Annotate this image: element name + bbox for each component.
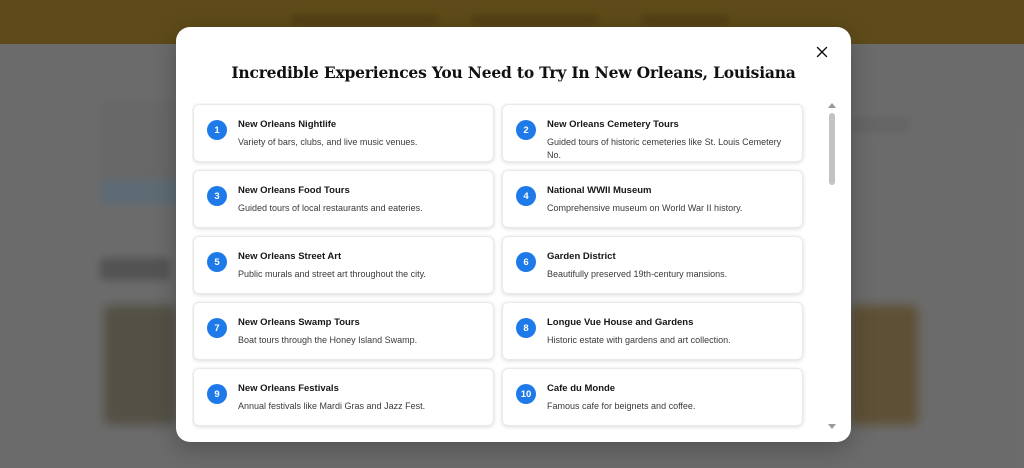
experience-title: Garden District: [547, 251, 616, 262]
experience-description: Variety of bars, clubs, and live music v…: [238, 137, 418, 147]
experience-description: Historic estate with gardens and art col…: [547, 335, 731, 345]
experience-card[interactable]: 3 New Orleans Food Tours Guided tours of…: [193, 170, 494, 228]
close-button[interactable]: [811, 41, 833, 63]
experience-card[interactable]: 5 New Orleans Street Art Public murals a…: [193, 236, 494, 294]
experience-description: Annual festivals like Mardi Gras and Jaz…: [238, 401, 426, 411]
experience-title: National WWII Museum: [547, 185, 652, 196]
experience-card[interactable]: 8 Longue Vue House and Gardens Historic …: [502, 302, 803, 360]
experience-title: Longue Vue House and Gardens: [547, 317, 694, 328]
experience-title: Cafe du Monde: [547, 383, 616, 394]
number-badge: 7: [207, 318, 227, 338]
experience-card[interactable]: 10 Cafe du Monde Famous cafe for beignet…: [502, 368, 803, 426]
number-badge: 10: [516, 384, 536, 404]
experience-title: New Orleans Street Art: [238, 251, 342, 262]
experience-title: New Orleans Nightlife: [238, 119, 337, 130]
list-scrollbar[interactable]: [826, 101, 838, 431]
experience-title: New Orleans Food Tours: [238, 185, 350, 196]
experience-description: Guided tours of local restaurants and ea…: [238, 203, 423, 213]
experience-description: Comprehensive museum on World War II his…: [547, 203, 743, 213]
experience-description: Beautifully preserved 19th-century mansi…: [547, 269, 728, 279]
experiences-grid: 1 New Orleans Nightlife Variety of bars,…: [192, 103, 808, 426]
experience-title: New Orleans Festivals: [238, 383, 339, 394]
experience-card[interactable]: 7 New Orleans Swamp Tours Boat tours thr…: [193, 302, 494, 360]
number-badge: 3: [207, 186, 227, 206]
experience-title: New Orleans Swamp Tours: [238, 317, 360, 328]
experience-description: Guided tours of historic cemeteries like…: [547, 137, 782, 160]
number-badge: 2: [516, 120, 536, 140]
experiences-list[interactable]: 1 New Orleans Nightlife Variety of bars,…: [192, 103, 808, 430]
number-badge: 9: [207, 384, 227, 404]
number-badge: 8: [516, 318, 536, 338]
number-badge: 4: [516, 186, 536, 206]
number-badge: 1: [207, 120, 227, 140]
close-icon: [816, 46, 828, 58]
experience-card[interactable]: 4 National WWII Museum Comprehensive mus…: [502, 170, 803, 228]
experience-description: Public murals and street art throughout …: [238, 269, 426, 279]
experience-card[interactable]: 9 New Orleans Festivals Annual festivals…: [193, 368, 494, 426]
experience-title: New Orleans Cemetery Tours: [547, 119, 679, 130]
experience-description: Boat tours through the Honey Island Swam…: [238, 335, 418, 345]
modal-title: Incredible Experiences You Need to Try I…: [231, 63, 796, 82]
experiences-modal: Incredible Experiences You Need to Try I…: [176, 27, 851, 442]
experience-card[interactable]: 6 Garden District Beautifully preserved …: [502, 236, 803, 294]
number-badge: 6: [516, 252, 536, 272]
experience-card[interactable]: 2 New Orleans Cemetery Tours Guided tour…: [502, 104, 803, 162]
scroll-down-arrow-icon[interactable]: [828, 424, 836, 429]
number-badge: 5: [207, 252, 227, 272]
experience-description: Famous cafe for beignets and coffee.: [547, 401, 696, 411]
scrollbar-thumb[interactable]: [829, 113, 835, 185]
scroll-up-arrow-icon[interactable]: [828, 103, 836, 108]
experience-card[interactable]: 1 New Orleans Nightlife Variety of bars,…: [193, 104, 494, 162]
